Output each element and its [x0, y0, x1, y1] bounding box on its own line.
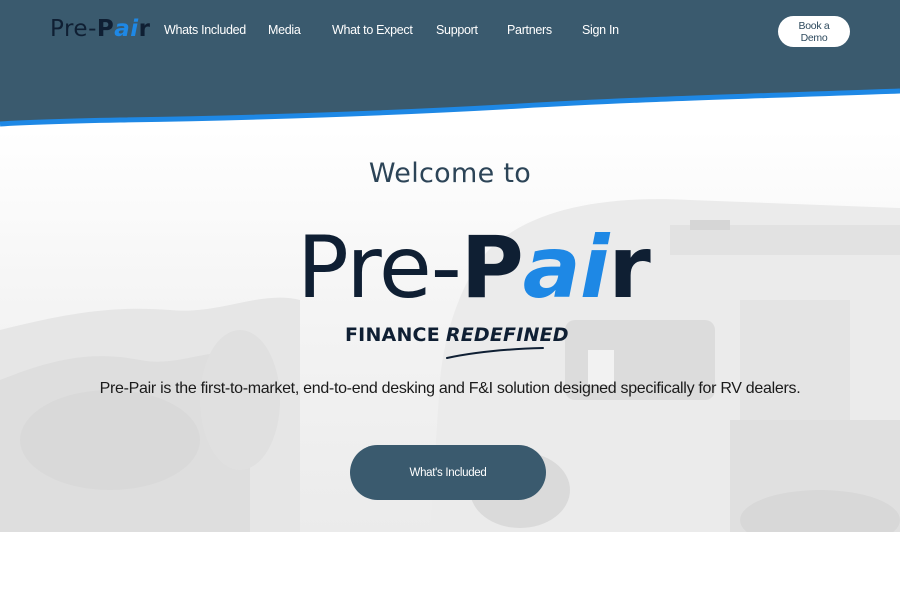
tagline: FINANCE REDEFINED: [345, 324, 569, 374]
tagline-swoosh-icon: [446, 347, 544, 359]
nav-link-whats-included[interactable]: Whats Included: [164, 23, 246, 37]
welcome-heading: Welcome to: [368, 158, 532, 189]
nav-link-partners[interactable]: Partners: [507, 23, 552, 37]
hero-logo-text-ai: ai: [522, 218, 610, 318]
tagline-finance: FINANCE: [345, 324, 440, 346]
site-header: Pre- Pai r Whats Included Media What to Ex…: [0, 0, 900, 130]
hero-logo-text-p: P: [460, 218, 524, 318]
hero-logo-text-r: r: [608, 218, 650, 318]
hero-logo: Pre-Pair: [297, 218, 651, 318]
nav-link-what-to-expect[interactable]: What to Expect: [332, 23, 413, 37]
tagline-redefined: REDEFINED: [445, 324, 569, 346]
hero-logo-text-pre: Pre-: [297, 218, 462, 318]
hero-section: Welcome to Pre-Pair FINANCE REDEFINED Pre…: [0, 130, 900, 532]
book-demo-button[interactable]: Book a Demo: [778, 16, 850, 47]
nav-link-sign-in[interactable]: Sign In: [582, 23, 619, 37]
nav-link-media[interactable]: Media: [268, 23, 301, 37]
nav-link-support[interactable]: Support: [436, 23, 478, 37]
main-nav: Whats Included Media What to Expect Supp…: [0, 23, 900, 41]
hero-description: Pre-Pair is the first-to-market, end-to-…: [99, 380, 801, 397]
whats-included-button[interactable]: What's Included: [350, 445, 546, 500]
